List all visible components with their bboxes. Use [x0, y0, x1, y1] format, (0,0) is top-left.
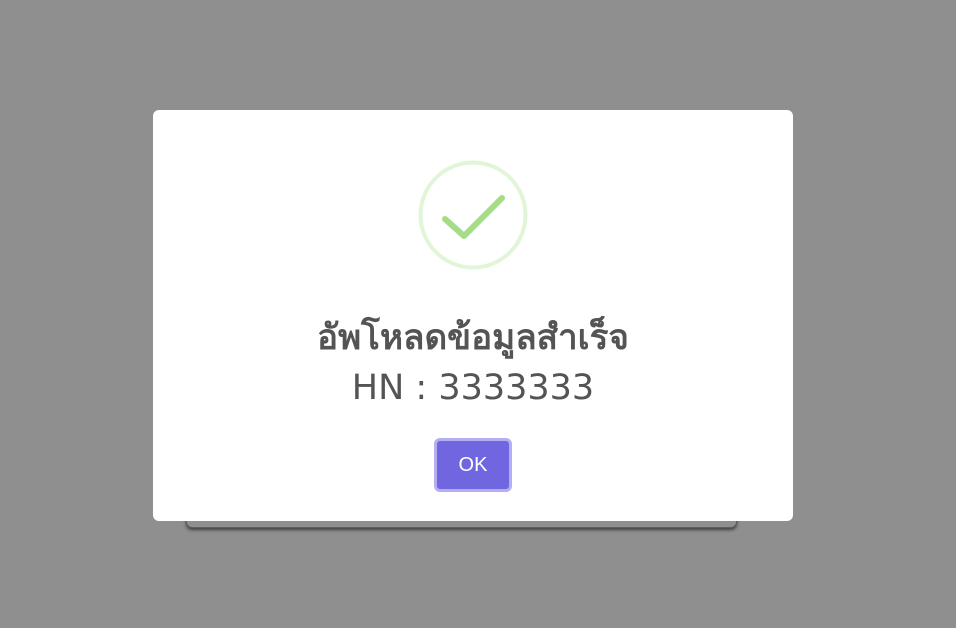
success-check-icon	[418, 160, 528, 270]
dialog-message: HN : 3333333	[351, 368, 595, 408]
success-dialog: อัพโหลดข้อมูลสำเร็จ HN : 3333333 OK	[153, 110, 793, 521]
ok-button[interactable]: OK	[434, 438, 512, 492]
dialog-title: อัพโหลดข้อมูลสำเร็จ	[317, 318, 629, 358]
